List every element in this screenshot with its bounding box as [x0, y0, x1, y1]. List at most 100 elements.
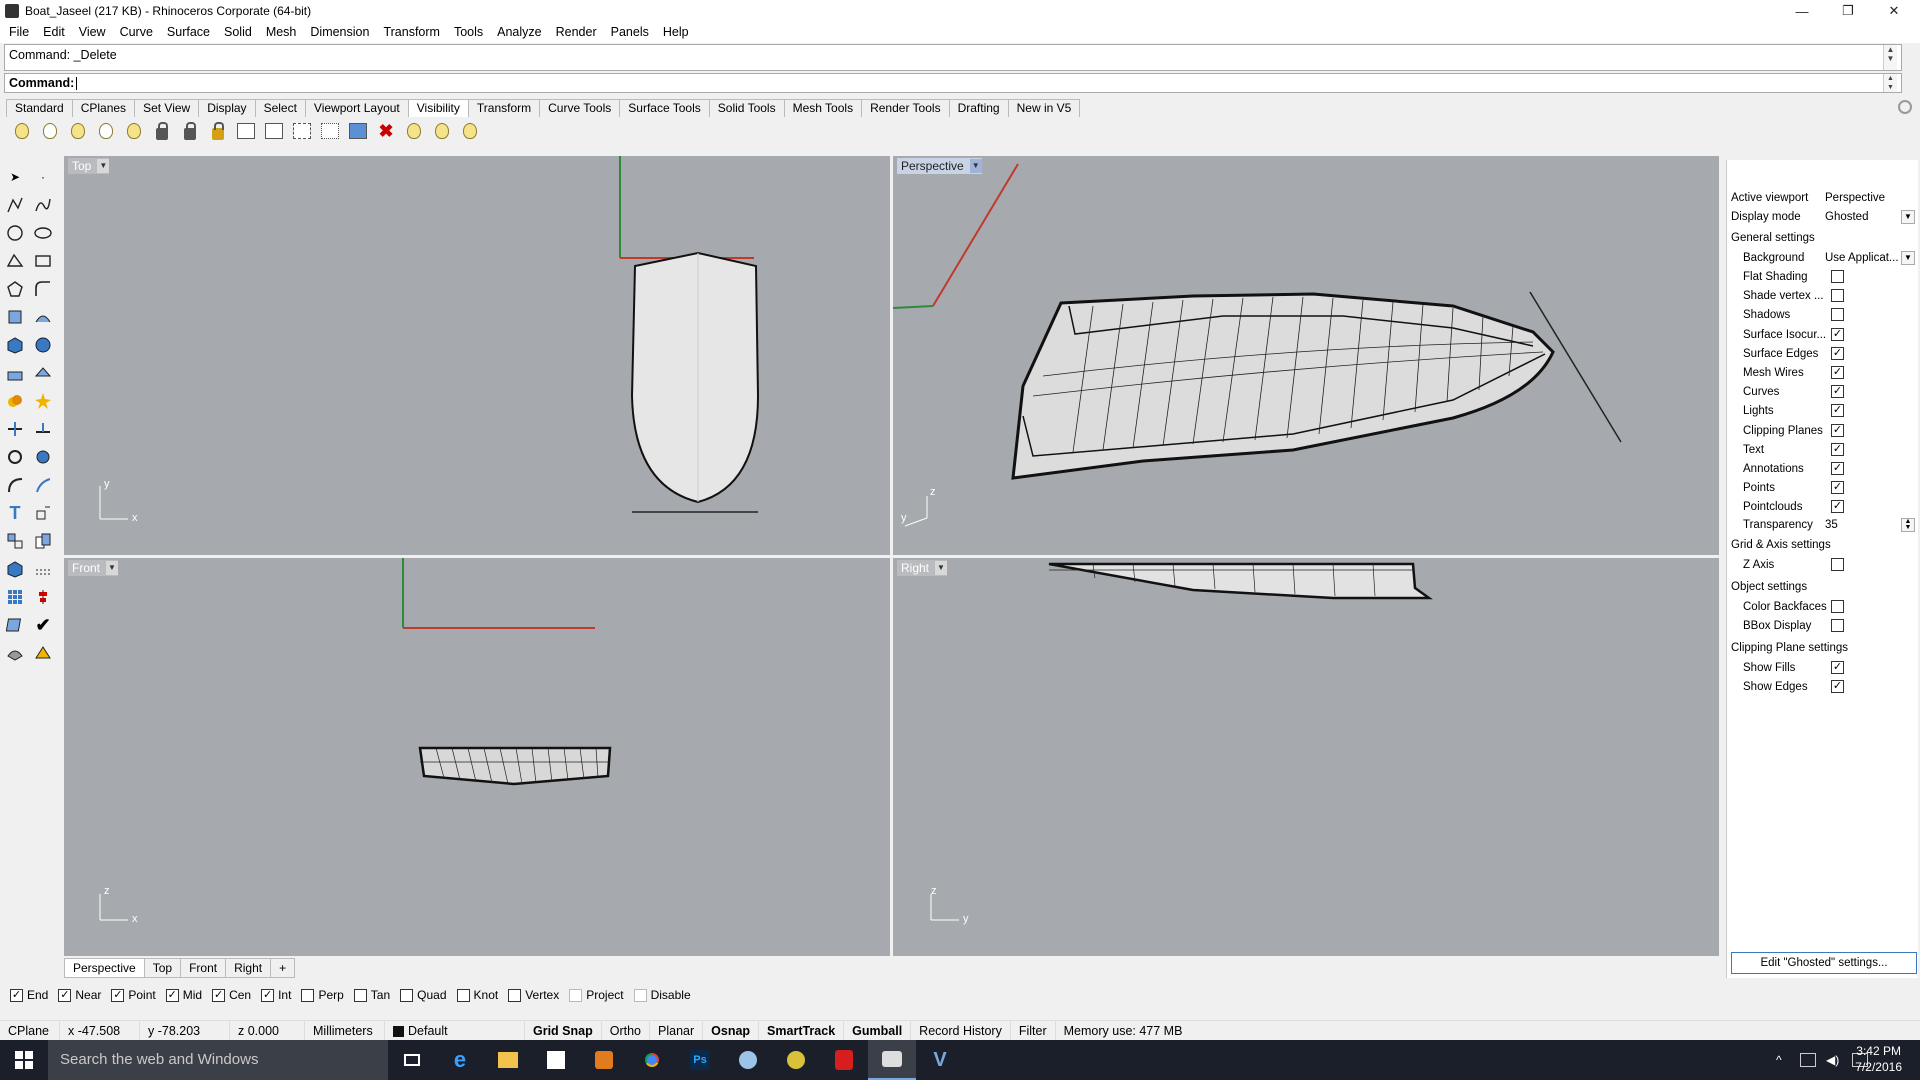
row-shade-vertex[interactable]: Shade vertex ... — [1727, 286, 1917, 305]
tab-curve-tools[interactable]: Curve Tools — [539, 99, 621, 117]
viewport-front[interactable]: z x Front ▼ — [64, 558, 890, 956]
hide-points-icon[interactable] — [290, 119, 314, 143]
osnap-mid[interactable]: ✓ Mid — [165, 988, 202, 1002]
explode-icon[interactable] — [30, 388, 56, 414]
split-icon[interactable] — [30, 416, 56, 442]
vectorworks-icon[interactable]: V — [916, 1040, 964, 1080]
surface-from-points-icon[interactable] — [2, 304, 28, 330]
show-points-icon[interactable] — [318, 119, 342, 143]
vp-tab-right[interactable]: Right — [225, 958, 272, 978]
command-history-scrollbar[interactable]: ▲ ▼ — [1883, 45, 1897, 70]
minimize-button[interactable]: — — [1780, 0, 1824, 22]
row-background[interactable]: Background Use Applicat... ▼ — [1727, 248, 1917, 267]
copy-icon[interactable] — [30, 528, 56, 554]
fillet-edge-icon[interactable] — [2, 472, 28, 498]
unlock-swap-icon[interactable] — [262, 119, 286, 143]
row-show-edges[interactable]: Show Edges ✓ — [1727, 677, 1917, 696]
osnap-checkbox[interactable]: ✓ — [212, 988, 226, 1002]
menu-curve[interactable]: Curve — [113, 22, 160, 43]
osnap-checkbox[interactable] — [569, 988, 583, 1002]
dimension-icon[interactable] — [30, 500, 56, 526]
chevron-down-icon[interactable]: ▼ — [969, 159, 982, 173]
windows-start-icon[interactable] — [0, 1040, 48, 1080]
vp-tab-front[interactable]: Front — [180, 958, 227, 978]
edge-browser-icon[interactable]: e — [436, 1040, 484, 1080]
status-planar-button[interactable]: Planar — [650, 1020, 704, 1041]
box-icon[interactable] — [2, 332, 28, 358]
hide-in-detail-icon[interactable] — [346, 119, 370, 143]
viewport-top[interactable]: y x Top ▼ — [64, 156, 890, 555]
vp-tab-top[interactable]: Top — [143, 958, 182, 978]
store-icon[interactable] — [532, 1040, 580, 1080]
osnap-int[interactable]: ✓ Int — [261, 988, 291, 1002]
status-gumball-button[interactable]: Gumball — [844, 1020, 912, 1041]
close-button[interactable]: ✕ — [1872, 0, 1916, 22]
tab-select[interactable]: Select — [254, 99, 306, 117]
osnap-checkbox[interactable] — [301, 988, 315, 1002]
boolean-union-icon[interactable] — [2, 388, 28, 414]
chrome-icon[interactable] — [628, 1040, 676, 1080]
setting-checkbox[interactable]: ✓ — [1831, 347, 1844, 360]
show-edges-checkbox[interactable]: ✓ — [1831, 680, 1844, 693]
unlock-icon[interactable] — [206, 119, 230, 143]
chevron-down-icon[interactable]: ▼ — [1901, 209, 1915, 224]
osnap-near[interactable]: ✓ Near — [58, 988, 101, 1002]
tab-display[interactable]: Display — [198, 99, 256, 117]
menu-render[interactable]: Render — [549, 22, 604, 43]
circle-icon[interactable] — [2, 220, 28, 246]
setting-checkbox[interactable] — [1831, 308, 1844, 321]
hide-in-viewport-bulb-icon[interactable] — [430, 119, 454, 143]
move-icon[interactable] — [2, 528, 28, 554]
show-fills-checkbox[interactable]: ✓ — [1831, 661, 1844, 674]
row-transparency[interactable]: Transparency 35 ▲ ▼ — [1727, 515, 1917, 534]
menu-mesh[interactable]: Mesh — [259, 22, 304, 43]
tab-set-view[interactable]: Set View — [134, 99, 200, 117]
row-bbox-display[interactable]: BBox Display — [1727, 616, 1917, 635]
media-player-icon[interactable] — [580, 1040, 628, 1080]
row-mesh-wires[interactable]: Mesh Wires ✓ — [1727, 363, 1917, 382]
transparency-input[interactable]: 35 — [1825, 519, 1838, 531]
osnap-perp[interactable]: Perp — [301, 988, 344, 1002]
tray-volume-icon[interactable]: ◀) — [1826, 1053, 1842, 1067]
row-surface-isocur[interactable]: Surface Isocur... ✓ — [1727, 325, 1917, 344]
show-bulb-icon[interactable] — [10, 119, 34, 143]
menu-edit[interactable]: Edit — [36, 22, 72, 43]
row-surface-edges[interactable]: Surface Edges ✓ — [1727, 344, 1917, 363]
menu-panels[interactable]: Panels — [604, 22, 656, 43]
status-osnap-button[interactable]: Osnap — [703, 1020, 760, 1041]
menu-dimension[interactable]: Dimension — [303, 22, 376, 43]
status-cplane[interactable]: CPlane — [0, 1020, 60, 1041]
transparency-spinner[interactable]: ▲ ▼ — [1901, 517, 1915, 532]
rhino-app-taskbar-icon[interactable] — [868, 1040, 916, 1080]
status-layer[interactable]: Default — [385, 1020, 525, 1041]
tab-drafting[interactable]: Drafting — [948, 99, 1009, 117]
osnap-checkbox[interactable] — [400, 988, 414, 1002]
extrude-icon[interactable] — [2, 360, 28, 386]
align-icon[interactable] — [30, 584, 56, 610]
setting-checkbox[interactable]: ✓ — [1831, 328, 1844, 341]
row-display-mode[interactable]: Display mode Ghosted ▼ — [1727, 207, 1917, 226]
setting-checkbox[interactable] — [1831, 270, 1844, 283]
edit-display-mode-settings-button[interactable]: Edit "Ghosted" settings... — [1731, 952, 1917, 974]
status-grid-snap-button[interactable]: Grid Snap — [525, 1020, 602, 1041]
tab-transform[interactable]: Transform — [467, 99, 541, 117]
osnap-checkbox[interactable]: ✓ — [261, 988, 275, 1002]
file-explorer-icon[interactable] — [484, 1040, 532, 1080]
hide-bulb-icon[interactable] — [38, 119, 62, 143]
status-record-history-button[interactable]: Record History — [911, 1020, 1011, 1041]
sphere-icon[interactable] — [30, 332, 56, 358]
unlock-selected-icon[interactable] — [234, 119, 258, 143]
taskbar-search-box[interactable]: Search the web and Windows — [48, 1040, 388, 1080]
row-show-fills[interactable]: Show Fills ✓ — [1727, 658, 1917, 677]
tab-standard[interactable]: Standard — [6, 99, 73, 117]
setting-checkbox[interactable]: ✓ — [1831, 443, 1844, 456]
osnap-checkbox[interactable]: ✓ — [58, 988, 72, 1002]
hide-swap-bulb-icon[interactable] — [94, 119, 118, 143]
viewport-perspective-label[interactable]: Perspective ▼ — [897, 158, 982, 174]
delete-hidden-icon[interactable]: ✖ — [374, 119, 398, 143]
osnap-checkbox[interactable] — [456, 988, 470, 1002]
trim-icon[interactable] — [2, 416, 28, 442]
viewport-right-label[interactable]: Right ▼ — [897, 560, 948, 576]
status-ortho-button[interactable]: Ortho — [602, 1020, 650, 1041]
setting-checkbox[interactable] — [1831, 289, 1844, 302]
